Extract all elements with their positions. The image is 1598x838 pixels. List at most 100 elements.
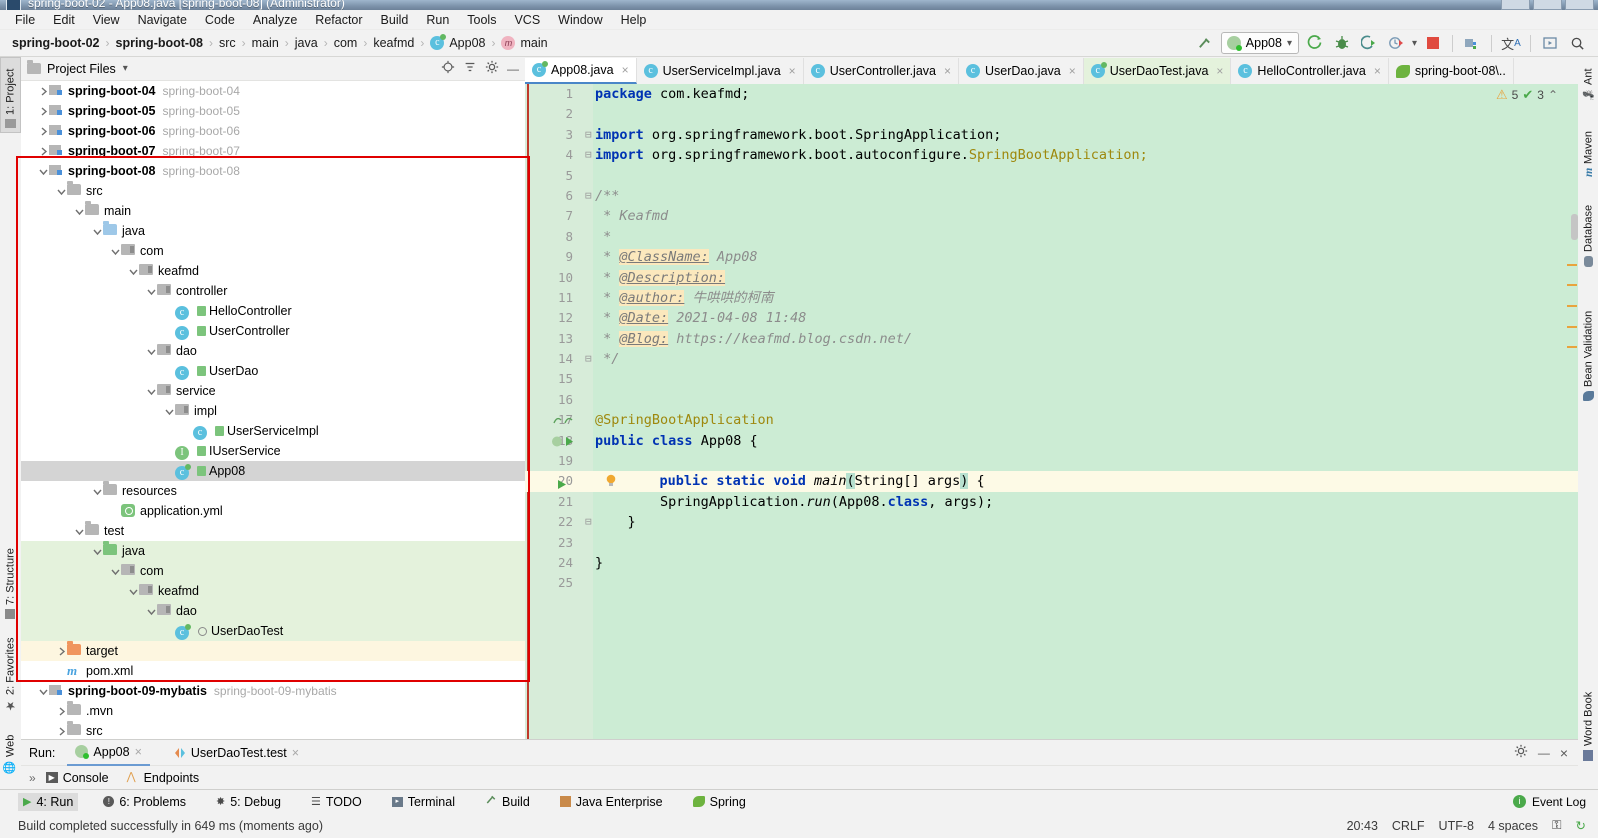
stripe-marker[interactable]	[1567, 264, 1577, 266]
tree-row-com[interactable]: com	[21, 241, 525, 261]
bottom-tab-todo[interactable]: ☰ TODO	[306, 793, 367, 811]
code-line-22[interactable]: 22⊟ }	[525, 512, 1578, 532]
chevron-down-icon[interactable]	[92, 486, 103, 497]
run-tab-userdaotest[interactable]: UserDaoTest.test ×	[166, 741, 307, 765]
expand-chevron-icon[interactable]: »	[29, 771, 36, 785]
profiler-icon[interactable]	[1385, 33, 1407, 54]
code-line-13[interactable]: 13 * @Blog: https://keafmd.blog.csdn.net…	[525, 329, 1578, 349]
bottom-tab-debug[interactable]: ✸ 5: Debug	[211, 793, 286, 811]
code-fold-icon[interactable]: ⊟	[585, 349, 592, 369]
tree-row-usercontroller[interactable]: cUserController	[21, 321, 525, 341]
line-number[interactable]: 24	[525, 553, 573, 573]
editor-tab-userdaotest-java[interactable]: cUserDaoTest.java×	[1084, 58, 1232, 84]
code-line-5[interactable]: 5	[525, 166, 1578, 186]
code-line-25[interactable]: 25	[525, 573, 1578, 593]
tree-row-resources[interactable]: resources	[21, 481, 525, 501]
sidebar-item-favorites[interactable]: ★ 2: Favorites	[0, 627, 21, 717]
tree-row-spring-boot-08[interactable]: spring-boot-08spring-boot-08	[21, 161, 525, 181]
debug-icon[interactable]	[1331, 33, 1353, 54]
tree-row-iuserservice[interactable]: IIUserService	[21, 441, 525, 461]
line-number[interactable]: 6	[525, 186, 573, 206]
run-with-coverage-icon[interactable]	[1358, 33, 1380, 54]
code-line-11[interactable]: 11 * @author: 牛哄哄的柯南	[525, 288, 1578, 308]
tree-row-dao[interactable]: dao	[21, 341, 525, 361]
tree-row-spring-boot-07[interactable]: spring-boot-07spring-boot-07	[21, 141, 525, 161]
sidebar-item-bean-validation[interactable]: Bean Validation	[1578, 277, 1598, 405]
code-line-21[interactable]: 21 SpringApplication.run(App08.class, ar…	[525, 492, 1578, 512]
code-line-3[interactable]: 3⊟import org.springframework.boot.Spring…	[525, 125, 1578, 145]
collapse-all-icon[interactable]	[463, 60, 477, 77]
tree-row-userserviceimpl[interactable]: cUserServiceImpl	[21, 421, 525, 441]
tree-row-controller[interactable]: controller	[21, 281, 525, 301]
code-fold-icon[interactable]: ⊟	[585, 186, 592, 206]
sidebar-item-project[interactable]: 1: Project	[0, 57, 21, 133]
stop-icon[interactable]	[1422, 33, 1444, 54]
menu-build[interactable]: Build	[372, 11, 418, 29]
sidebar-item-word-book[interactable]: Word Book	[1578, 667, 1598, 765]
hide-icon[interactable]: —	[507, 62, 519, 76]
menu-code[interactable]: Code	[196, 11, 244, 29]
close-icon[interactable]: ×	[789, 64, 796, 78]
chevron-down-icon[interactable]	[110, 566, 121, 577]
tree-row-main[interactable]: main	[21, 201, 525, 221]
breadcrumb-item-6[interactable]: keafmd	[373, 36, 414, 50]
close-icon[interactable]: ×	[944, 64, 951, 78]
tree-row-com[interactable]: com	[21, 561, 525, 581]
sync-icon[interactable]: ↻	[1576, 818, 1586, 833]
build-hammer-icon[interactable]	[1194, 33, 1216, 54]
error-stripe-gutter[interactable]	[1566, 84, 1578, 739]
run-tab-app08[interactable]: App08 ×	[67, 740, 149, 766]
menu-window[interactable]: Window	[549, 11, 611, 29]
minimize-icon[interactable]: —	[1538, 746, 1550, 760]
status-indent[interactable]: 4 spaces	[1488, 819, 1538, 833]
line-number[interactable]: 25	[525, 573, 573, 593]
line-number[interactable]: 11	[525, 288, 573, 308]
chevron-right-icon[interactable]	[38, 146, 49, 157]
tree-row-keafmd[interactable]: keafmd	[21, 261, 525, 281]
run-configuration-selector[interactable]: App08 ▾	[1221, 32, 1299, 54]
line-number[interactable]: 12	[525, 308, 573, 328]
search-everywhere-icon[interactable]	[1566, 33, 1588, 54]
tree-row--mvn[interactable]: .mvn	[21, 701, 525, 721]
tree-row-java[interactable]: java	[21, 541, 525, 561]
editor-tab-spring-boot-08-[interactable]: spring-boot-08\..	[1389, 58, 1514, 84]
status-encoding[interactable]: UTF-8	[1439, 819, 1474, 833]
sidebar-item-ant[interactable]: 🐜 Ant	[1578, 57, 1598, 105]
menu-view[interactable]: View	[84, 11, 129, 29]
breadcrumb-item-4[interactable]: java	[295, 36, 318, 50]
tree-row-target[interactable]: target	[21, 641, 525, 661]
settings-gear-icon[interactable]	[485, 60, 499, 77]
close-icon[interactable]: ×	[292, 746, 299, 760]
menu-tools[interactable]: Tools	[458, 11, 505, 29]
tree-row-java[interactable]: java	[21, 221, 525, 241]
tree-row-hellocontroller[interactable]: cHelloController	[21, 301, 525, 321]
chevron-down-icon[interactable]	[92, 226, 103, 237]
menu-help[interactable]: Help	[612, 11, 656, 29]
menu-navigate[interactable]: Navigate	[129, 11, 196, 29]
window-controls[interactable]	[1501, 0, 1594, 10]
menu-edit[interactable]: Edit	[44, 11, 84, 29]
line-number[interactable]: 5	[525, 166, 573, 186]
chevron-down-icon[interactable]: ▾	[123, 63, 128, 74]
breadcrumb-item-2[interactable]: src	[219, 36, 236, 50]
tree-row-application-yml[interactable]: application.yml	[21, 501, 525, 521]
code-fold-icon[interactable]: ⊟	[585, 512, 592, 532]
editor-tab-bar[interactable]: cApp08.java×cUserServiceImpl.java×cUserC…	[525, 57, 1578, 85]
editor-tab-app08-java[interactable]: cApp08.java×	[525, 58, 637, 84]
close-button[interactable]	[1565, 0, 1594, 10]
line-number[interactable]: 2	[525, 104, 573, 124]
code-line-15[interactable]: 15	[525, 369, 1578, 389]
line-number[interactable]: 8	[525, 227, 573, 247]
profiler-caret-icon[interactable]: ▾	[1412, 38, 1417, 49]
code-editor[interactable]: 1package com.keafmd;23⊟import org.spring…	[525, 84, 1578, 739]
chevron-down-icon[interactable]	[110, 246, 121, 257]
bottom-tab-java-enterprise[interactable]: Java Enterprise	[555, 793, 668, 811]
chevron-down-icon[interactable]	[164, 406, 175, 417]
chevron-right-icon[interactable]	[56, 726, 67, 737]
close-icon[interactable]: ×	[135, 745, 142, 759]
editor-tab-usercontroller-java[interactable]: cUserController.java×	[804, 58, 959, 84]
bottom-tab-build[interactable]: Build	[480, 792, 535, 811]
editor-tab-userdao-java[interactable]: cUserDao.java×	[959, 58, 1084, 84]
chevron-down-icon[interactable]	[74, 526, 85, 537]
update-project-icon[interactable]	[1461, 33, 1483, 54]
